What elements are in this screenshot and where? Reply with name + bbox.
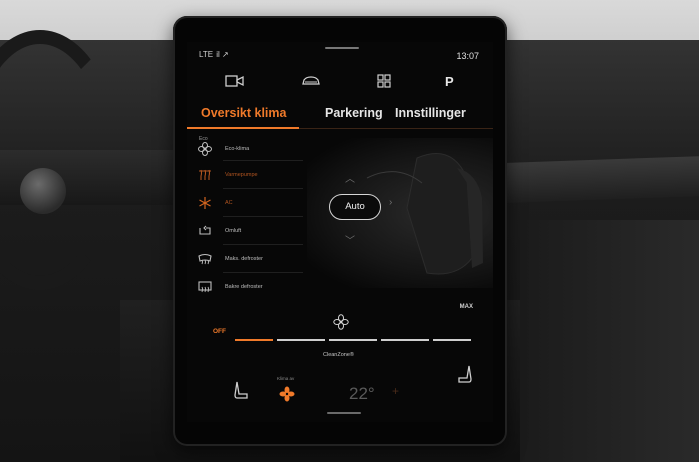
list-item-varmepumpe[interactable]: Varmepumpe <box>197 168 317 186</box>
temperature-display[interactable]: 22° <box>349 384 375 404</box>
rear-defrost-icon <box>197 280 215 294</box>
passenger-seat-heat-icon[interactable] <box>457 364 473 386</box>
auto-button[interactable]: Auto <box>329 194 381 220</box>
fan-max-label: MAX <box>459 304 473 310</box>
klima-av-label: Klima av <box>277 376 295 381</box>
tab-bar: Oversikt klima Parkering Innstillinger <box>187 100 493 130</box>
tab-innstillinger[interactable]: Innstillinger <box>395 106 466 120</box>
list-item-eco-klima[interactable]: Eco Eco-klima <box>197 136 317 160</box>
fan-speed-control: MAX OFF CleanZone® <box>187 304 493 364</box>
divider <box>223 272 303 273</box>
temperature-plus-button[interactable]: + <box>392 384 399 398</box>
ac-label: AC <box>225 200 233 206</box>
console-side <box>520 220 699 462</box>
front-defrost-icon <box>197 252 215 266</box>
fan-speed-slider[interactable] <box>235 339 475 341</box>
fan-segment <box>381 339 429 341</box>
snowflake-icon <box>197 196 215 210</box>
recirculation-icon <box>197 224 215 238</box>
fan-off-label[interactable]: OFF <box>213 328 226 335</box>
climate-options-list: Eco Eco-klima Varmepumpe AC Omluft Maks.… <box>187 136 317 298</box>
maks-defroster-label: Maks. defroster <box>225 256 263 262</box>
tab-parkering[interactable]: Parkering <box>325 106 383 120</box>
heat-pump-icon <box>197 168 215 182</box>
active-tab-indicator <box>187 127 299 129</box>
tab-underline <box>187 127 493 129</box>
infotainment-screen: LTE il ↗ 13:07 P Oversikt klima Parkerin… <box>187 42 493 422</box>
top-shortcut-bar: P <box>187 74 493 96</box>
divider <box>223 188 303 189</box>
network-status: LTE il ↗ <box>199 50 229 59</box>
eco-klima-label: Eco-klima <box>225 146 250 152</box>
home-indicator[interactable] <box>327 412 361 414</box>
driver-seat-heat-icon[interactable] <box>233 380 249 402</box>
list-item-maks-defroster[interactable]: Maks. defroster <box>197 252 317 270</box>
fan-segment <box>329 339 377 341</box>
fan-segment <box>433 339 471 341</box>
climate-fan-icon[interactable] <box>279 386 295 402</box>
fan-segment <box>277 339 325 341</box>
tab-oversikt-klima[interactable]: Oversikt klima <box>201 106 286 120</box>
eco-fan-icon <box>197 142 215 156</box>
stalk-knob <box>20 168 66 214</box>
fan-segment-active <box>235 339 273 341</box>
list-item-bakre-defroster[interactable]: Bakre defroster <box>197 280 317 298</box>
parking-icon[interactable]: P <box>445 74 454 92</box>
status-bar: LTE il ↗ 13:07 <box>187 42 493 66</box>
divider <box>223 216 303 217</box>
cleanzone-label[interactable]: CleanZone® <box>323 352 354 358</box>
list-item-ac[interactable]: AC <box>197 196 317 214</box>
divider <box>223 244 303 245</box>
grid-icon[interactable] <box>377 74 391 92</box>
chevron-up-icon[interactable]: ︿ <box>345 170 355 185</box>
camera-icon[interactable] <box>225 74 245 92</box>
chevron-right-icon[interactable]: › <box>389 197 392 208</box>
clock: 13:07 <box>456 51 479 61</box>
varmepumpe-label: Varmepumpe <box>225 172 258 178</box>
pull-down-handle[interactable] <box>325 47 359 49</box>
fan-icon <box>333 314 349 330</box>
omluft-label: Omluft <box>225 228 242 234</box>
bottom-climate-bar: Klima av 22° + <box>187 364 493 422</box>
bakre-defroster-label: Bakre defroster <box>225 284 263 290</box>
divider <box>223 160 303 161</box>
chevron-down-icon[interactable]: ﹀ <box>345 232 355 247</box>
car-icon[interactable] <box>301 74 321 92</box>
list-item-omluft[interactable]: Omluft <box>197 224 317 242</box>
